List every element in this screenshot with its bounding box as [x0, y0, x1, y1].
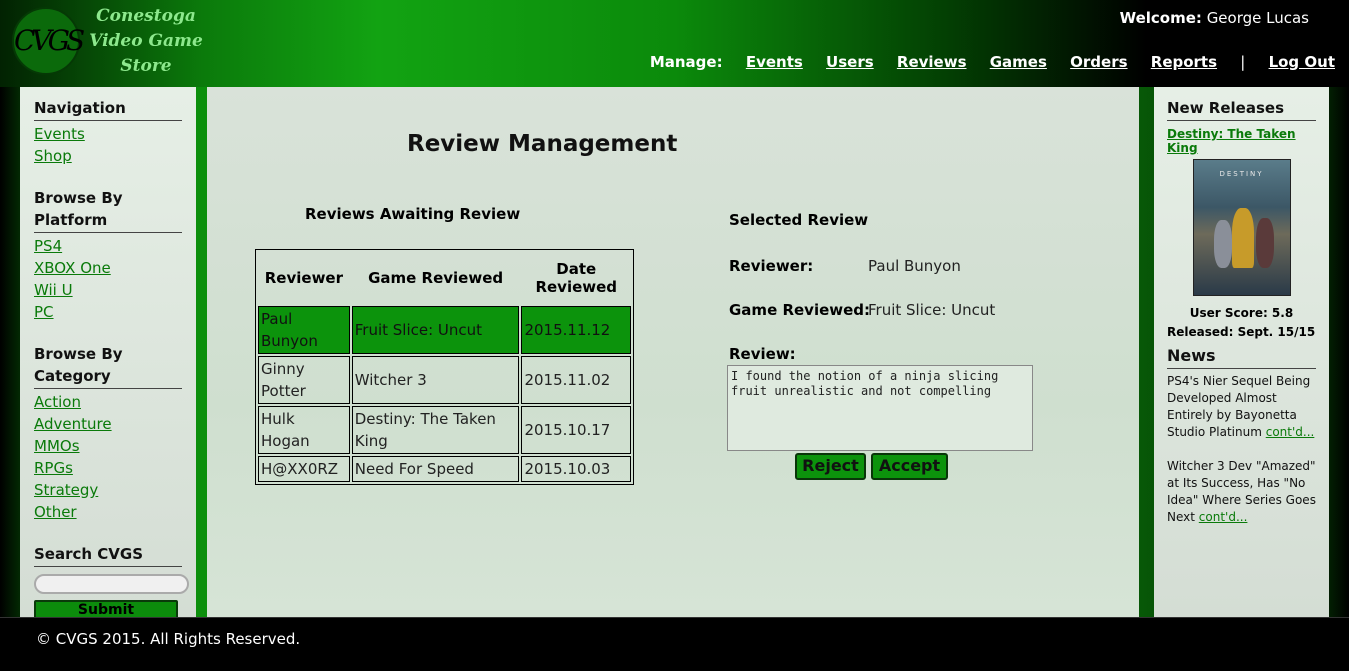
navigation-section: Navigation Events Shop [34, 97, 182, 167]
sidebar-link-adventure[interactable]: Adventure [34, 413, 182, 435]
search-input[interactable] [34, 574, 189, 594]
cell-reviewer: Ginny Potter [258, 356, 350, 404]
cell-date: 2015.11.12 [521, 306, 631, 354]
top-nav: Manage: Events Users Reviews Games Order… [632, 53, 1335, 71]
sidebar-link-shop[interactable]: Shop [34, 145, 182, 167]
release-date: Released: Sept. 15/15 [1167, 325, 1316, 339]
review-label: Review: [729, 345, 796, 363]
cell-game: Fruit Slice: Uncut [351, 306, 520, 354]
table-header-row: Reviewer Game Reviewed Date Reviewed [258, 252, 631, 304]
news-continue-link[interactable]: cont'd... [1266, 425, 1315, 439]
cell-game: Destiny: The Taken King [351, 406, 520, 454]
cell-reviewer: Hulk Hogan [258, 406, 350, 454]
section-heading: Navigation [34, 97, 182, 121]
manage-label: Manage: [649, 53, 723, 71]
nav-link-orders[interactable]: Orders [1070, 53, 1127, 71]
column-header-game: Game Reviewed [368, 269, 504, 287]
table-row[interactable]: Paul Bunyon Fruit Slice: Uncut 2015.11.1… [258, 306, 631, 354]
reviewer-label: Reviewer: [729, 257, 814, 275]
page-title: Review Management [407, 131, 678, 157]
section-heading: Browse By Platform [34, 187, 182, 233]
welcome-label: Welcome: [1119, 9, 1202, 27]
news-heading: News [1167, 345, 1316, 369]
nav-separator: | [1240, 53, 1246, 71]
sidebar-link-action[interactable]: Action [34, 391, 182, 413]
welcome-user: George Lucas [1206, 9, 1309, 27]
sidebar-link-other[interactable]: Other [34, 501, 182, 523]
right-sidebar: New Releases Destiny: The Taken King DES… [1154, 87, 1329, 617]
cover-figure [1213, 220, 1232, 268]
sidebar-link-pc[interactable]: PC [34, 301, 182, 323]
sidebar-link-mmos[interactable]: MMOs [34, 435, 182, 457]
logout-link[interactable]: Log Out [1269, 53, 1335, 71]
search-section: Search CVGS Submit [34, 543, 189, 621]
section-heading: Browse By Category [34, 343, 182, 389]
column-header-date: Date Reviewed [535, 260, 618, 296]
table-row[interactable]: Ginny Potter Witcher 3 2015.11.02 [258, 356, 631, 404]
reviews-table: Reviewer Game Reviewed Date Reviewed Pau… [255, 249, 634, 485]
logo-line: Store [120, 56, 172, 76]
sidebar-link-xbox-one[interactable]: XBOX One [34, 257, 182, 279]
sidebar-link-ps4[interactable]: PS4 [34, 235, 182, 257]
news-item: PS4's Nier Sequel Being Developed Almost… [1167, 373, 1316, 441]
cover-figure [1255, 218, 1274, 268]
logo[interactable]: CVGS [12, 7, 85, 75]
review-management-panel: Review Management Reviews Awaiting Revie… [207, 87, 1139, 617]
awaiting-reviews-heading: Reviews Awaiting Review [305, 205, 521, 223]
cell-reviewer: H@XX0RZ [258, 456, 350, 482]
platform-section: Browse By Platform PS4 XBOX One Wii U PC [34, 187, 182, 323]
left-sidebar: Navigation Events Shop Browse By Platfor… [20, 87, 196, 621]
sidebar-link-rpgs[interactable]: RPGs [34, 457, 182, 479]
new-release-link[interactable]: Destiny: The Taken King [1167, 127, 1316, 155]
table-row[interactable]: Hulk Hogan Destiny: The Taken King 2015.… [258, 406, 631, 454]
review-textarea[interactable]: I found the notion of a ninja slicing fr… [727, 365, 1033, 451]
nav-link-reviews[interactable]: Reviews [897, 53, 967, 71]
nav-link-games[interactable]: Games [990, 53, 1047, 71]
game-value: Fruit Slice: Uncut [868, 301, 996, 319]
sidebar-link-strategy[interactable]: Strategy [34, 479, 182, 501]
sidebar-link-events[interactable]: Events [34, 123, 182, 145]
logo-text: Conestoga Video Game Store [86, 4, 206, 79]
reject-button[interactable]: Reject [795, 453, 866, 480]
game-cover-image[interactable]: DESTINY [1192, 159, 1291, 296]
cover-title: DESTINY [1219, 170, 1264, 178]
news-item: Witcher 3 Dev "Amazed" at Its Success, H… [1167, 458, 1316, 526]
reviewer-value: Paul Bunyon [868, 257, 961, 275]
user-score: User Score: 5.8 [1189, 306, 1294, 320]
accept-button[interactable]: Accept [871, 453, 948, 480]
cell-date: 2015.10.03 [521, 456, 631, 482]
nav-link-reports[interactable]: Reports [1151, 53, 1217, 71]
copyright-text: © CVGS 2015. All Rights Reserved. [36, 630, 301, 648]
selected-review-heading: Selected Review [729, 211, 869, 229]
cover-figure [1231, 208, 1254, 268]
table-row[interactable]: H@XX0RZ Need For Speed 2015.10.03 [258, 456, 631, 482]
logo-line: Video Game [89, 31, 203, 51]
game-label: Game Reviewed: [729, 301, 871, 319]
welcome-message: Welcome: George Lucas [1120, 9, 1309, 27]
nav-link-users[interactable]: Users [826, 53, 874, 71]
cell-date: 2015.11.02 [521, 356, 631, 404]
sidebar-link-wii-u[interactable]: Wii U [34, 279, 182, 301]
column-header-reviewer: Reviewer [264, 269, 343, 287]
new-releases-heading: New Releases [1167, 97, 1316, 121]
site-header: CVGS Conestoga Video Game Store Welcome:… [0, 0, 1349, 87]
logo-initials: CVGS [14, 24, 85, 57]
section-heading: Search CVGS [34, 543, 182, 567]
news-continue-link[interactable]: cont'd... [1199, 510, 1248, 524]
category-section: Browse By Category Action Adventure MMOs… [34, 343, 182, 523]
cell-date: 2015.10.17 [521, 406, 631, 454]
site-footer: © CVGS 2015. All Rights Reserved. [0, 617, 1349, 671]
cell-reviewer: Paul Bunyon [258, 306, 350, 354]
nav-link-events[interactable]: Events [746, 53, 803, 71]
logo-line: Conestoga [96, 6, 196, 26]
cell-game: Need For Speed [351, 456, 520, 482]
cell-game: Witcher 3 [351, 356, 520, 404]
